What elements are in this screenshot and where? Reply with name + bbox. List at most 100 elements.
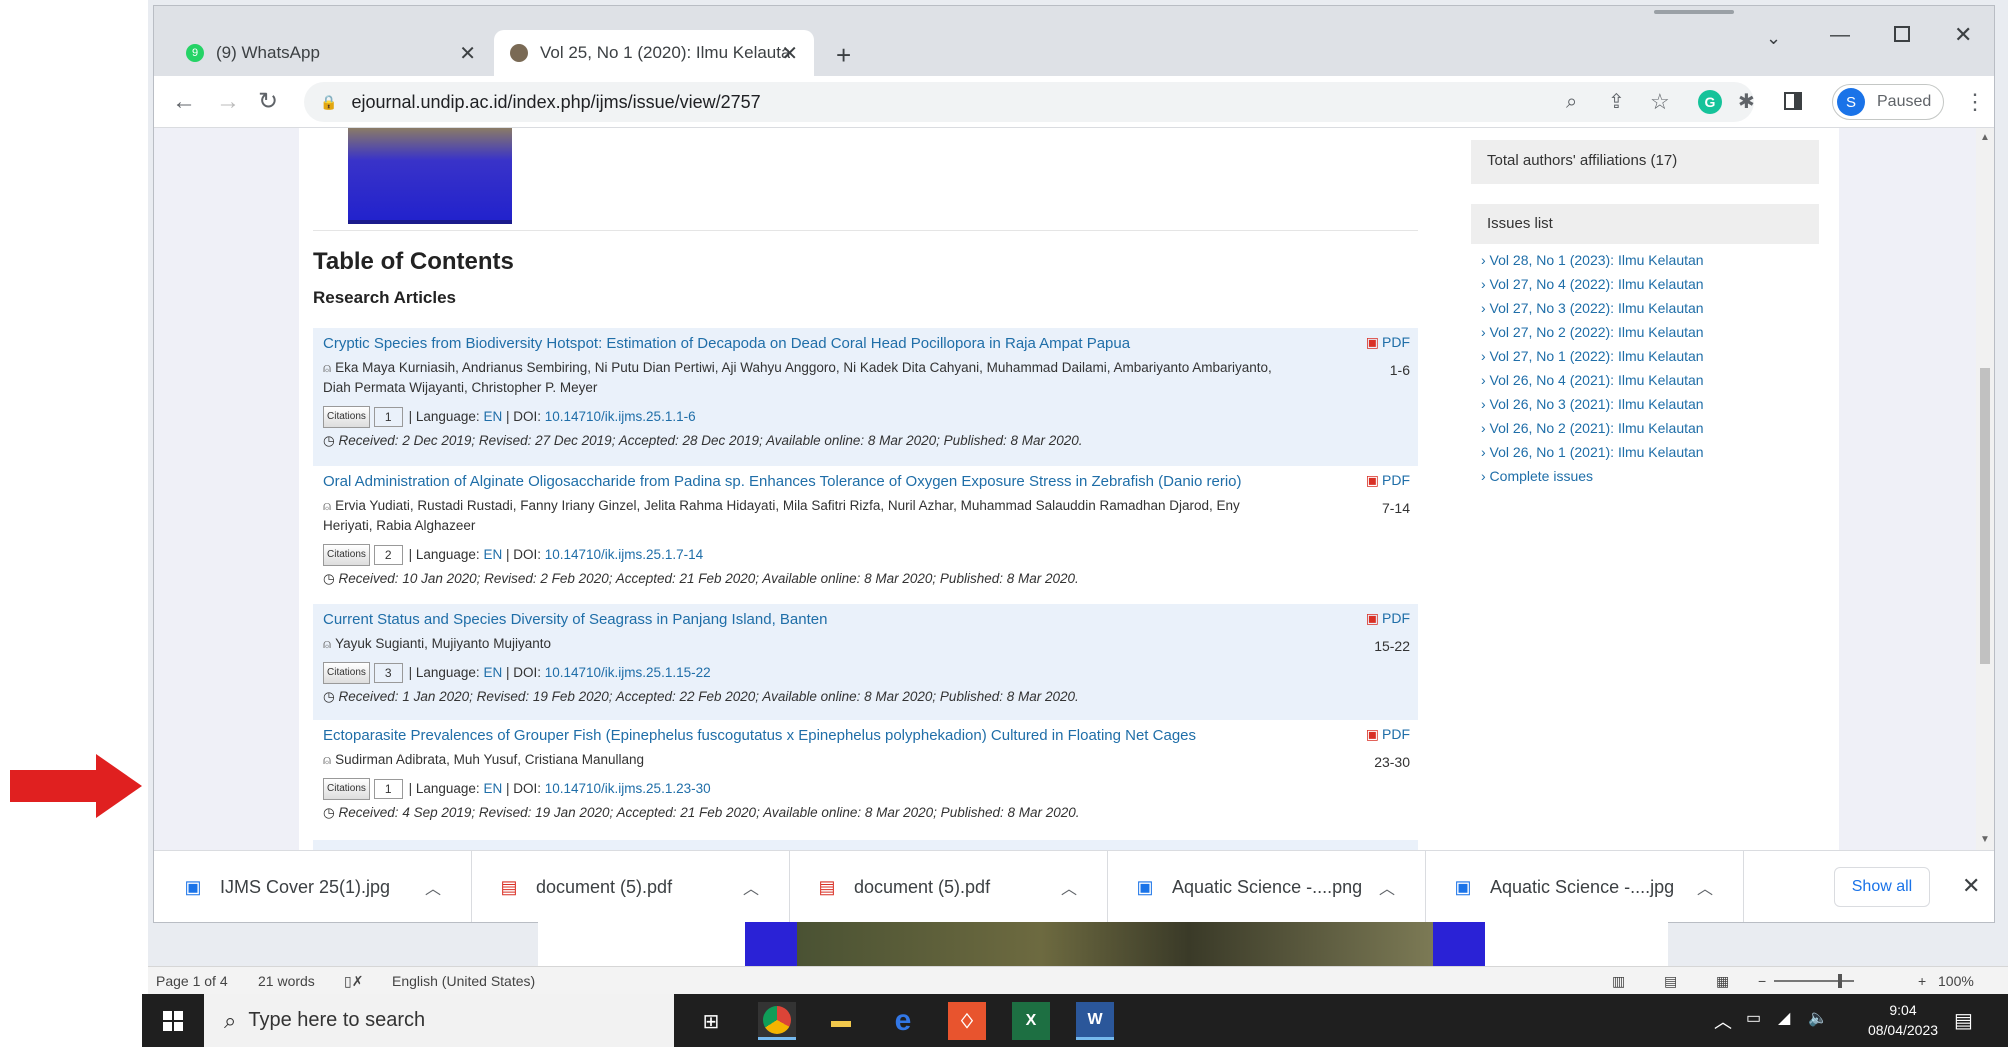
wifi-icon[interactable]: ◢ bbox=[1778, 1008, 1790, 1028]
reload-icon[interactable]: ↻ bbox=[258, 88, 278, 116]
zoom-icon[interactable]: ⌕ bbox=[1566, 88, 1577, 116]
issue-link[interactable]: › Vol 27, No 3 (2022): Ilmu Kelautan bbox=[1481, 296, 1819, 320]
proofing-icon[interactable]: ▯✗ bbox=[344, 973, 363, 990]
issue-link[interactable]: › Vol 27, No 4 (2022): Ilmu Kelautan bbox=[1481, 272, 1819, 296]
download-item[interactable]: ▣ IJMS Cover 25(1).jpg ︿ bbox=[154, 851, 472, 922]
pdf-link[interactable]: ▣ PDF bbox=[1366, 726, 1410, 743]
side-panel-icon[interactable] bbox=[1784, 92, 1802, 110]
article-title-link[interactable]: Current Status and Species Diversity of … bbox=[323, 610, 1408, 630]
download-item[interactable]: ▤ document (5).pdf ︿ bbox=[472, 851, 790, 922]
download-item[interactable]: ▣ Aquatic Science -....png ︿ bbox=[1108, 851, 1426, 922]
language-link[interactable]: EN bbox=[483, 546, 502, 564]
zoom-slider[interactable] bbox=[1774, 980, 1854, 982]
article-title-link[interactable]: Ectoparasite Prevalences of Grouper Fish… bbox=[323, 726, 1408, 746]
bookmark-star-icon[interactable]: ☆ bbox=[1650, 88, 1670, 116]
article-title-link[interactable]: Cryptic Species from Biodiversity Hotspo… bbox=[323, 334, 1408, 354]
file-explorer-icon[interactable]: ▬ bbox=[822, 1002, 860, 1040]
complete-issues-link[interactable]: › Complete issues bbox=[1481, 464, 1819, 488]
download-item[interactable]: ▣ Aquatic Science -....jpg ︿ bbox=[1426, 851, 1744, 922]
forward-icon[interactable]: → bbox=[216, 88, 240, 116]
zoom-in-icon[interactable]: + bbox=[1918, 973, 1926, 989]
language-status[interactable]: English (United States) bbox=[392, 973, 535, 989]
issue-link[interactable]: › Vol 26, No 1 (2021): Ilmu Kelautan bbox=[1481, 440, 1819, 464]
chrome-icon[interactable] bbox=[758, 1002, 796, 1040]
drag-handle[interactable] bbox=[1654, 10, 1734, 14]
citations-badge[interactable]: Citations bbox=[323, 662, 370, 684]
url-text[interactable]: ejournal.undip.ac.id/index.php/ijms/issu… bbox=[351, 92, 760, 113]
edge-icon[interactable]: e bbox=[884, 1002, 922, 1040]
page-count[interactable]: Page 1 of 4 bbox=[156, 973, 228, 989]
zoom-out-icon[interactable]: − bbox=[1758, 973, 1766, 989]
scroll-down-icon[interactable]: ▼ bbox=[1980, 834, 1990, 845]
scroll-thumb[interactable] bbox=[1980, 368, 1990, 664]
tab-search-icon[interactable]: ⌄ bbox=[1766, 28, 1781, 49]
chevron-up-icon[interactable]: ︿ bbox=[1379, 875, 1395, 899]
word-icon[interactable]: W bbox=[1076, 1002, 1114, 1040]
battery-icon[interactable]: ▭ bbox=[1746, 1008, 1761, 1028]
close-window-icon[interactable]: ✕ bbox=[1954, 22, 1972, 48]
issue-cover-image[interactable] bbox=[348, 128, 512, 224]
citations-badge[interactable]: Citations bbox=[323, 544, 370, 566]
excel-icon[interactable]: X bbox=[1012, 1002, 1050, 1040]
tray-chevron-icon[interactable]: ︿ bbox=[1714, 1008, 1732, 1034]
taskbar-search[interactable]: ⌕ Type here to search bbox=[204, 994, 674, 1047]
pdf-link[interactable]: ▣ PDF bbox=[1366, 334, 1410, 351]
issue-link[interactable]: › Vol 26, No 3 (2021): Ilmu Kelautan bbox=[1481, 392, 1819, 416]
back-icon[interactable]: ← bbox=[172, 88, 196, 116]
chevron-up-icon[interactable]: ︿ bbox=[425, 875, 441, 899]
pdf-link[interactable]: ▣ PDF bbox=[1366, 472, 1410, 489]
task-view-icon[interactable]: ⊞ bbox=[692, 1002, 730, 1040]
share-icon[interactable]: ⇪ bbox=[1608, 88, 1625, 116]
article-title-link[interactable]: Oral Administration of Alginate Oligosac… bbox=[323, 472, 1408, 492]
maximize-icon[interactable] bbox=[1894, 26, 1910, 42]
issue-link[interactable]: › Vol 28, No 1 (2023): Ilmu Kelautan bbox=[1481, 248, 1819, 272]
scroll-up-icon[interactable]: ▲ bbox=[1980, 132, 1990, 143]
start-button[interactable] bbox=[142, 994, 204, 1047]
close-tab-icon[interactable]: ✕ bbox=[459, 41, 476, 66]
pdf-link[interactable]: ▣ PDF bbox=[1366, 610, 1410, 627]
language-link[interactable]: EN bbox=[483, 780, 502, 798]
address-bar[interactable]: 🔒 ejournal.undip.ac.id/index.php/ijms/is… bbox=[304, 82, 1754, 122]
language-link[interactable]: EN bbox=[483, 408, 502, 426]
issue-link[interactable]: › Vol 27, No 2 (2022): Ilmu Kelautan bbox=[1481, 320, 1819, 344]
doi-link[interactable]: 10.14710/ik.ijms.25.1.1-6 bbox=[545, 408, 696, 426]
chevron-up-icon[interactable]: ︿ bbox=[1061, 875, 1077, 899]
chevron-up-icon[interactable]: ︿ bbox=[1697, 875, 1713, 899]
zoom-slider-thumb[interactable] bbox=[1838, 974, 1842, 988]
zoom-level[interactable]: 100% bbox=[1938, 973, 1974, 989]
page-viewport: Table of Contents Research Articles Cryp… bbox=[154, 128, 1976, 850]
dates-text: Received: 2 Dec 2019; Revised: 27 Dec 20… bbox=[338, 433, 1083, 448]
chevron-up-icon[interactable]: ︿ bbox=[743, 875, 759, 899]
print-layout-icon[interactable]: ▤ bbox=[1664, 973, 1677, 990]
citations-badge[interactable]: Citations bbox=[323, 778, 370, 800]
volume-icon[interactable]: 🔈 bbox=[1808, 1008, 1828, 1028]
issue-link[interactable]: › Vol 27, No 1 (2022): Ilmu Kelautan bbox=[1481, 344, 1819, 368]
notifications-icon[interactable]: ▤ bbox=[1954, 1008, 1973, 1033]
tab-ijms[interactable]: Vol 25, No 1 (2020): Ilmu Kelauta ✕ bbox=[494, 30, 814, 76]
close-downloads-icon[interactable]: ✕ bbox=[1962, 873, 1980, 899]
citations-badge[interactable]: Citations bbox=[323, 406, 370, 428]
extensions-icon[interactable]: ✱ bbox=[1738, 88, 1755, 116]
new-tab-icon[interactable]: + bbox=[836, 40, 851, 71]
page-scrollbar[interactable]: ▲ ▼ bbox=[1976, 128, 1994, 850]
issue-link[interactable]: › Vol 26, No 4 (2021): Ilmu Kelautan bbox=[1481, 368, 1819, 392]
issue-link[interactable]: › Vol 26, No 2 (2021): Ilmu Kelautan bbox=[1481, 416, 1819, 440]
doi-link[interactable]: 10.14710/ik.ijms.25.1.23-30 bbox=[545, 780, 711, 798]
doi-link[interactable]: 10.14710/ik.ijms.25.1.15-22 bbox=[545, 664, 711, 682]
language-link[interactable]: EN bbox=[483, 664, 502, 682]
download-item[interactable]: ▤ document (5).pdf ︿ bbox=[790, 851, 1108, 922]
read-mode-icon[interactable]: ▥ bbox=[1612, 973, 1625, 990]
close-tab-icon[interactable]: ✕ bbox=[781, 41, 798, 66]
web-layout-icon[interactable]: ▦ bbox=[1716, 973, 1729, 990]
pdf-app-icon[interactable]: ♢ bbox=[948, 1002, 986, 1040]
menu-icon[interactable]: ⋮ bbox=[1964, 88, 1986, 116]
minimize-icon[interactable]: — bbox=[1830, 24, 1850, 47]
tab-whatsapp[interactable]: 9 (9) WhatsApp ✕ bbox=[170, 30, 492, 76]
doi-link[interactable]: 10.14710/ik.ijms.25.1.7-14 bbox=[545, 546, 703, 564]
grammarly-icon[interactable]: G bbox=[1698, 90, 1722, 114]
profile-button[interactable]: S Paused bbox=[1832, 84, 1944, 120]
clock[interactable]: 9:04 08/04/2023 bbox=[1858, 1000, 1948, 1040]
affiliations-block[interactable]: Total authors' affiliations (17) bbox=[1471, 140, 1819, 184]
show-all-button[interactable]: Show all bbox=[1834, 867, 1930, 907]
word-count[interactable]: 21 words bbox=[258, 973, 315, 989]
